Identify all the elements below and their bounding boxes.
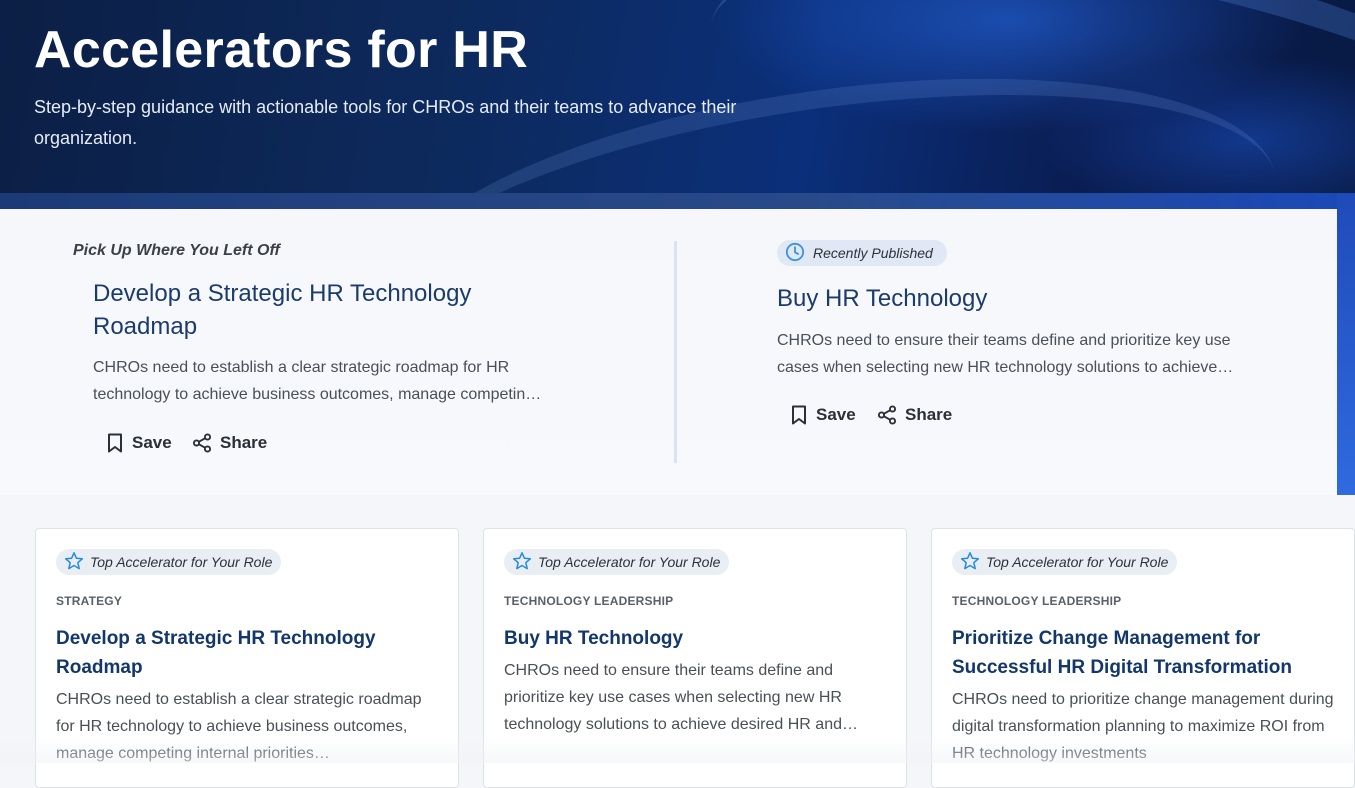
featured-panel: Pick Up Where You Left Off Develop a Str…: [0, 209, 1337, 495]
save-label: Save: [816, 405, 856, 424]
featured-right-title[interactable]: Buy HR Technology: [777, 282, 1257, 315]
card-description: CHROs need to ensure their teams define …: [504, 662, 858, 733]
card-category: TECHNOLOGY LEADERSHIP: [504, 594, 674, 608]
card-description: CHROs need to establish a clear strategi…: [56, 691, 422, 762]
accelerator-card[interactable]: Top Accelerator for Your Role TECHNOLOGY…: [483, 528, 907, 788]
top-accelerator-badge: Top Accelerator for Your Role: [504, 549, 730, 575]
star-icon: [64, 551, 84, 574]
top-accelerator-label: Top Accelerator for Your Role: [538, 554, 721, 570]
card-title[interactable]: Develop a Strategic HR Technology Roadma…: [56, 624, 436, 682]
save-button[interactable]: Save: [106, 433, 172, 453]
featured-right-description: CHROs need to ensure their teams define …: [777, 332, 1234, 376]
share-icon: [192, 433, 212, 453]
top-accelerator-badge: Top Accelerator for Your Role: [952, 549, 1178, 575]
card-category: STRATEGY: [56, 594, 123, 608]
top-accelerator-badge: Top Accelerator for Your Role: [56, 549, 282, 575]
hero-bottom-strip: [0, 193, 1355, 209]
page-subtitle: Step-by-step guidance with actionable to…: [34, 97, 737, 148]
save-button[interactable]: Save: [790, 405, 856, 425]
top-accelerator-label: Top Accelerator for Your Role: [90, 554, 273, 570]
bookmark-icon: [790, 405, 808, 425]
top-accelerator-label: Top Accelerator for Your Role: [986, 554, 1169, 570]
share-label: Share: [905, 405, 953, 424]
recently-published-badge: Recently Published: [777, 240, 947, 266]
star-icon: [960, 551, 980, 574]
share-button[interactable]: Share: [192, 433, 267, 453]
right-accent-strip: [1337, 193, 1355, 495]
card-title[interactable]: Prioritize Change Management for Success…: [952, 624, 1332, 682]
card-description: CHROs need to prioritize change manageme…: [952, 691, 1334, 762]
star-icon: [512, 551, 532, 574]
card-title[interactable]: Buy HR Technology: [504, 624, 884, 653]
pick-up-label: Pick Up Where You Left Off: [73, 242, 280, 259]
bookmark-icon: [106, 433, 124, 453]
featured-left-title[interactable]: Develop a Strategic HR Technology Roadma…: [93, 277, 553, 343]
page-title: Accelerators for HR: [34, 21, 529, 79]
save-label: Save: [132, 433, 172, 452]
share-button[interactable]: Share: [877, 405, 952, 425]
accelerator-card[interactable]: Top Accelerator for Your Role TECHNOLOGY…: [931, 528, 1355, 788]
featured-divider: [674, 241, 677, 463]
share-label: Share: [220, 433, 268, 452]
featured-left-description: CHROs need to establish a clear strategi…: [93, 359, 542, 403]
clock-icon: [785, 242, 805, 265]
card-category: TECHNOLOGY LEADERSHIP: [952, 594, 1122, 608]
share-icon: [877, 405, 897, 425]
hero-banner: Accelerators for HR Step-by-step guidanc…: [0, 0, 1355, 193]
recently-published-label: Recently Published: [813, 245, 933, 261]
accelerator-card[interactable]: Top Accelerator for Your Role STRATEGY D…: [35, 528, 459, 788]
